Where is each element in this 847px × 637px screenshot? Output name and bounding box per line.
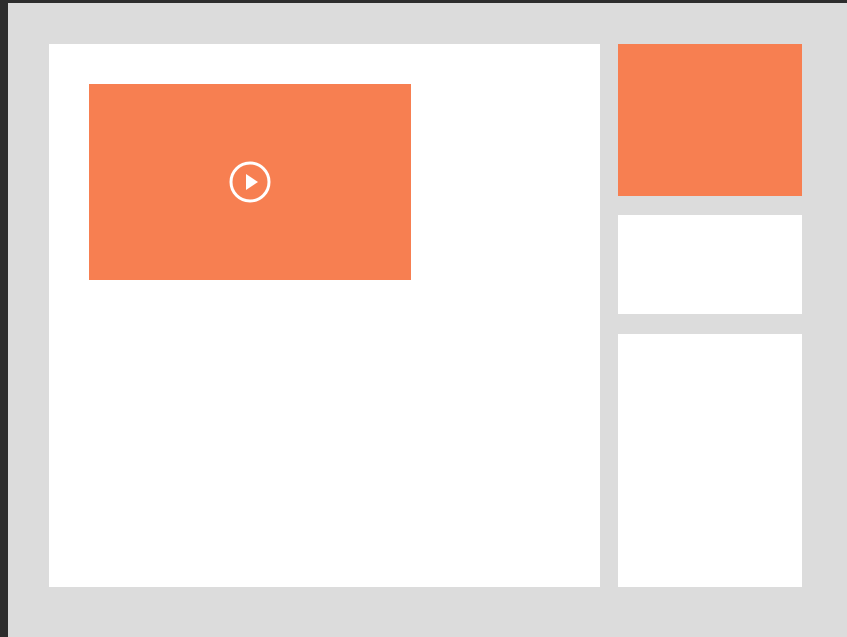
sidebar-card-tertiary xyxy=(618,334,802,587)
wireframe-canvas xyxy=(8,3,847,637)
video-placeholder[interactable] xyxy=(89,84,411,280)
main-content-panel xyxy=(49,44,600,587)
sidebar-card-featured[interactable] xyxy=(618,44,802,196)
play-circle-icon[interactable] xyxy=(228,160,272,204)
sidebar-card-secondary xyxy=(618,215,802,314)
